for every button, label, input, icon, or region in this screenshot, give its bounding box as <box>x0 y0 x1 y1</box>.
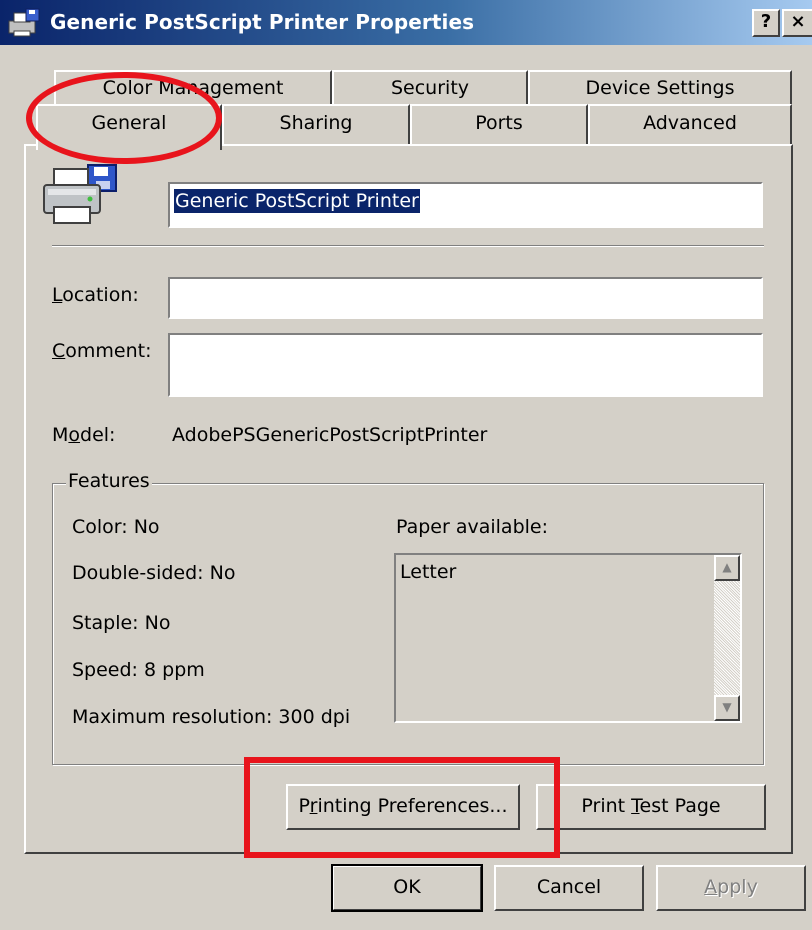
tab-general[interactable]: General <box>36 104 222 150</box>
model-label: Model: <box>52 424 116 446</box>
printer-name-selected-text: Generic PostScript Printer <box>174 189 420 213</box>
tab-device-settings[interactable]: Device Settings <box>528 70 792 104</box>
tab-advanced[interactable]: Advanced <box>588 104 792 144</box>
print-test-page-button[interactable]: Print Test Page <box>536 784 766 830</box>
feature-color: Color: No <box>72 516 160 538</box>
feature-double-sided: Double-sided: No <box>72 562 236 584</box>
help-button[interactable]: ? <box>752 9 780 37</box>
paper-list-scrollbar[interactable]: ▲ ▼ <box>714 555 740 721</box>
tab-security[interactable]: Security <box>332 70 528 104</box>
paper-available-label: Paper available: <box>396 516 549 538</box>
paper-item-letter[interactable]: Letter <box>400 561 456 583</box>
model-value: AdobePSGenericPostScriptPrinter <box>172 424 488 446</box>
comment-input[interactable] <box>168 333 763 397</box>
ok-button[interactable]: OK <box>331 864 483 912</box>
location-input[interactable] <box>168 277 763 319</box>
printer-name-input[interactable]: Generic PostScript Printer <box>168 182 763 228</box>
scroll-up-arrow-icon[interactable]: ▲ <box>714 555 740 581</box>
features-legend: Features <box>66 470 152 492</box>
tab-sharing[interactable]: Sharing <box>222 104 410 144</box>
feature-speed: Speed: 8 ppm <box>72 659 205 681</box>
tab-ports[interactable]: Ports <box>410 104 588 144</box>
cancel-button[interactable]: Cancel <box>494 865 644 911</box>
close-button[interactable]: × <box>782 9 812 37</box>
window-title: Generic PostScript Printer Properties <box>50 10 475 34</box>
properties-window: Generic PostScript Printer Properties ? … <box>0 0 812 930</box>
printer-icon <box>43 164 117 224</box>
feature-staple: Staple: No <box>72 612 171 634</box>
feature-max-resolution: Maximum resolution: 300 dpi <box>72 706 351 728</box>
scroll-down-arrow-icon[interactable]: ▼ <box>714 695 740 721</box>
apply-button[interactable]: Apply <box>656 865 806 911</box>
comment-label: Comment: <box>52 340 152 362</box>
title-bar[interactable]: Generic PostScript Printer Properties ? … <box>0 0 812 45</box>
location-label: Location: <box>52 284 139 306</box>
paper-available-list[interactable]: Letter ▲ ▼ <box>394 553 742 723</box>
separator <box>52 245 764 247</box>
printer-app-icon <box>8 8 40 37</box>
printing-preferences-button[interactable]: Printing Preferences... <box>286 784 520 830</box>
tab-color-management[interactable]: Color Management <box>54 70 332 104</box>
